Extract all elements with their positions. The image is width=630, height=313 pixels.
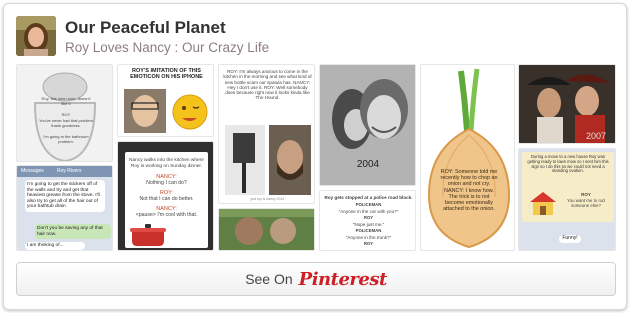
pin-tiny-house[interactable]: During a move to a new house Roy was get… — [518, 148, 616, 251]
pin-text: Roy gets stopped at a police road block. — [324, 195, 413, 200]
pin-text: I'm going to the bathroom problem. — [43, 134, 89, 144]
pot-icon — [130, 224, 166, 246]
text-bubble: Funny! — [559, 235, 581, 243]
pin-text: During a move to a new house Roy was get… — [527, 154, 609, 174]
pinner-board-link[interactable]: Roy Loves Nancy : Our Crazy Life — [65, 40, 269, 55]
pin-pirates-2007[interactable]: 2007 — [518, 64, 616, 144]
pin-text: Not that I can do better. — [139, 196, 194, 202]
emoticon-image — [124, 89, 208, 133]
pin-text: "Nope just me." — [352, 222, 385, 227]
pin-label: POLICEMAN — [355, 202, 382, 207]
pin-toilet-cartoon[interactable]: Roy, this new room, doesn't like it ROY … — [16, 64, 113, 162]
pin-text: <pause> I'm cool with that. — [135, 212, 198, 218]
see-on-label: See On — [245, 271, 293, 287]
see-on-pinterest-button[interactable]: See On Pinterest — [16, 262, 616, 296]
pin-text: Nancy walks into the kitchen where Roy i… — [129, 158, 204, 169]
pin-emoticon-imitation[interactable]: ROY'S IMITATION OF THIS EMOTICON ON HIS … — [117, 64, 214, 137]
pin-text: You want me to rod someone else? — [567, 198, 605, 209]
photo-year: 2007 — [585, 131, 607, 141]
pin-caption: ROY'S IMITATION OF THIS EMOTICON ON HIS … — [130, 68, 203, 81]
photo-year: 2004 — [356, 159, 380, 170]
text-bubble: Don't you be saving any of that hair now… — [35, 224, 111, 240]
pin-text: Nothing I can do? — [146, 180, 187, 186]
avatar[interactable] — [16, 16, 56, 56]
pin-text: "Anyone in the car with you?" — [338, 209, 399, 214]
pin-text: Roy, this new room, doesn't like it — [41, 96, 91, 106]
pin-label: ROY — [363, 241, 374, 246]
pin-footer: just roy & nancy 2014 — [250, 197, 285, 201]
dialog-card: Nancy walks into the kitchen where Roy i… — [125, 152, 208, 248]
pin-police-roadblock[interactable]: Roy gets stopped at a police road block.… — [319, 190, 416, 251]
couple-garden-image — [219, 209, 314, 250]
pin-label: ROY — [363, 215, 374, 220]
house-icon — [530, 192, 556, 215]
pin-label: ROY — [581, 192, 591, 197]
pinterest-board-widget: Our Peaceful Planet Roy Loves Nancy : Ou… — [3, 3, 627, 310]
pin-text: You've never had that problem thank good… — [39, 118, 93, 128]
board-header: Our Peaceful Planet Roy Loves Nancy : Ou… — [16, 16, 616, 58]
board-title[interactable]: Our Peaceful Planet — [65, 18, 226, 38]
note-card: During a move to a new house Roy was get… — [522, 152, 614, 222]
pin-text: ROY: I'm always anxious to come in the k… — [223, 69, 312, 101]
pin-garden-photo[interactable] — [218, 208, 315, 251]
text-bubble: I am thinking of... — [25, 242, 85, 250]
contact-name: Roy Rivers — [57, 168, 82, 174]
messages-bar: Messages Roy Rivers — [17, 166, 112, 177]
pin-label: ROY — [61, 112, 71, 117]
messages-header: Messages — [21, 168, 44, 174]
pin-text: ROY: Someone told me recently how to cho… — [440, 169, 498, 213]
pin-couple-2004[interactable]: 2004 — [319, 64, 416, 186]
pin-kitchen-dialog[interactable]: Nancy walks into the kitchen where Roy i… — [117, 141, 214, 251]
onion-image — [427, 68, 511, 249]
text-bubble: I'm going to get the stickers off of the… — [25, 180, 105, 212]
pin-onion[interactable]: ROY: Someone told me recently how to cho… — [420, 64, 515, 251]
spatula-hound-image — [225, 125, 311, 195]
pinterest-logo: Pinterest — [298, 268, 388, 290]
pin-text-messages[interactable]: Messages Roy Rivers I'm going to get the… — [16, 165, 113, 251]
pin-spatula-dialog[interactable]: ROY: I'm always anxious to come in the k… — [218, 64, 315, 204]
pin-label: POLICEMAN — [355, 228, 382, 233]
pin-text: "Anyone in the trunk?" — [345, 235, 392, 240]
pin-grid: Roy, this new room, doesn't like it ROY … — [16, 64, 616, 251]
